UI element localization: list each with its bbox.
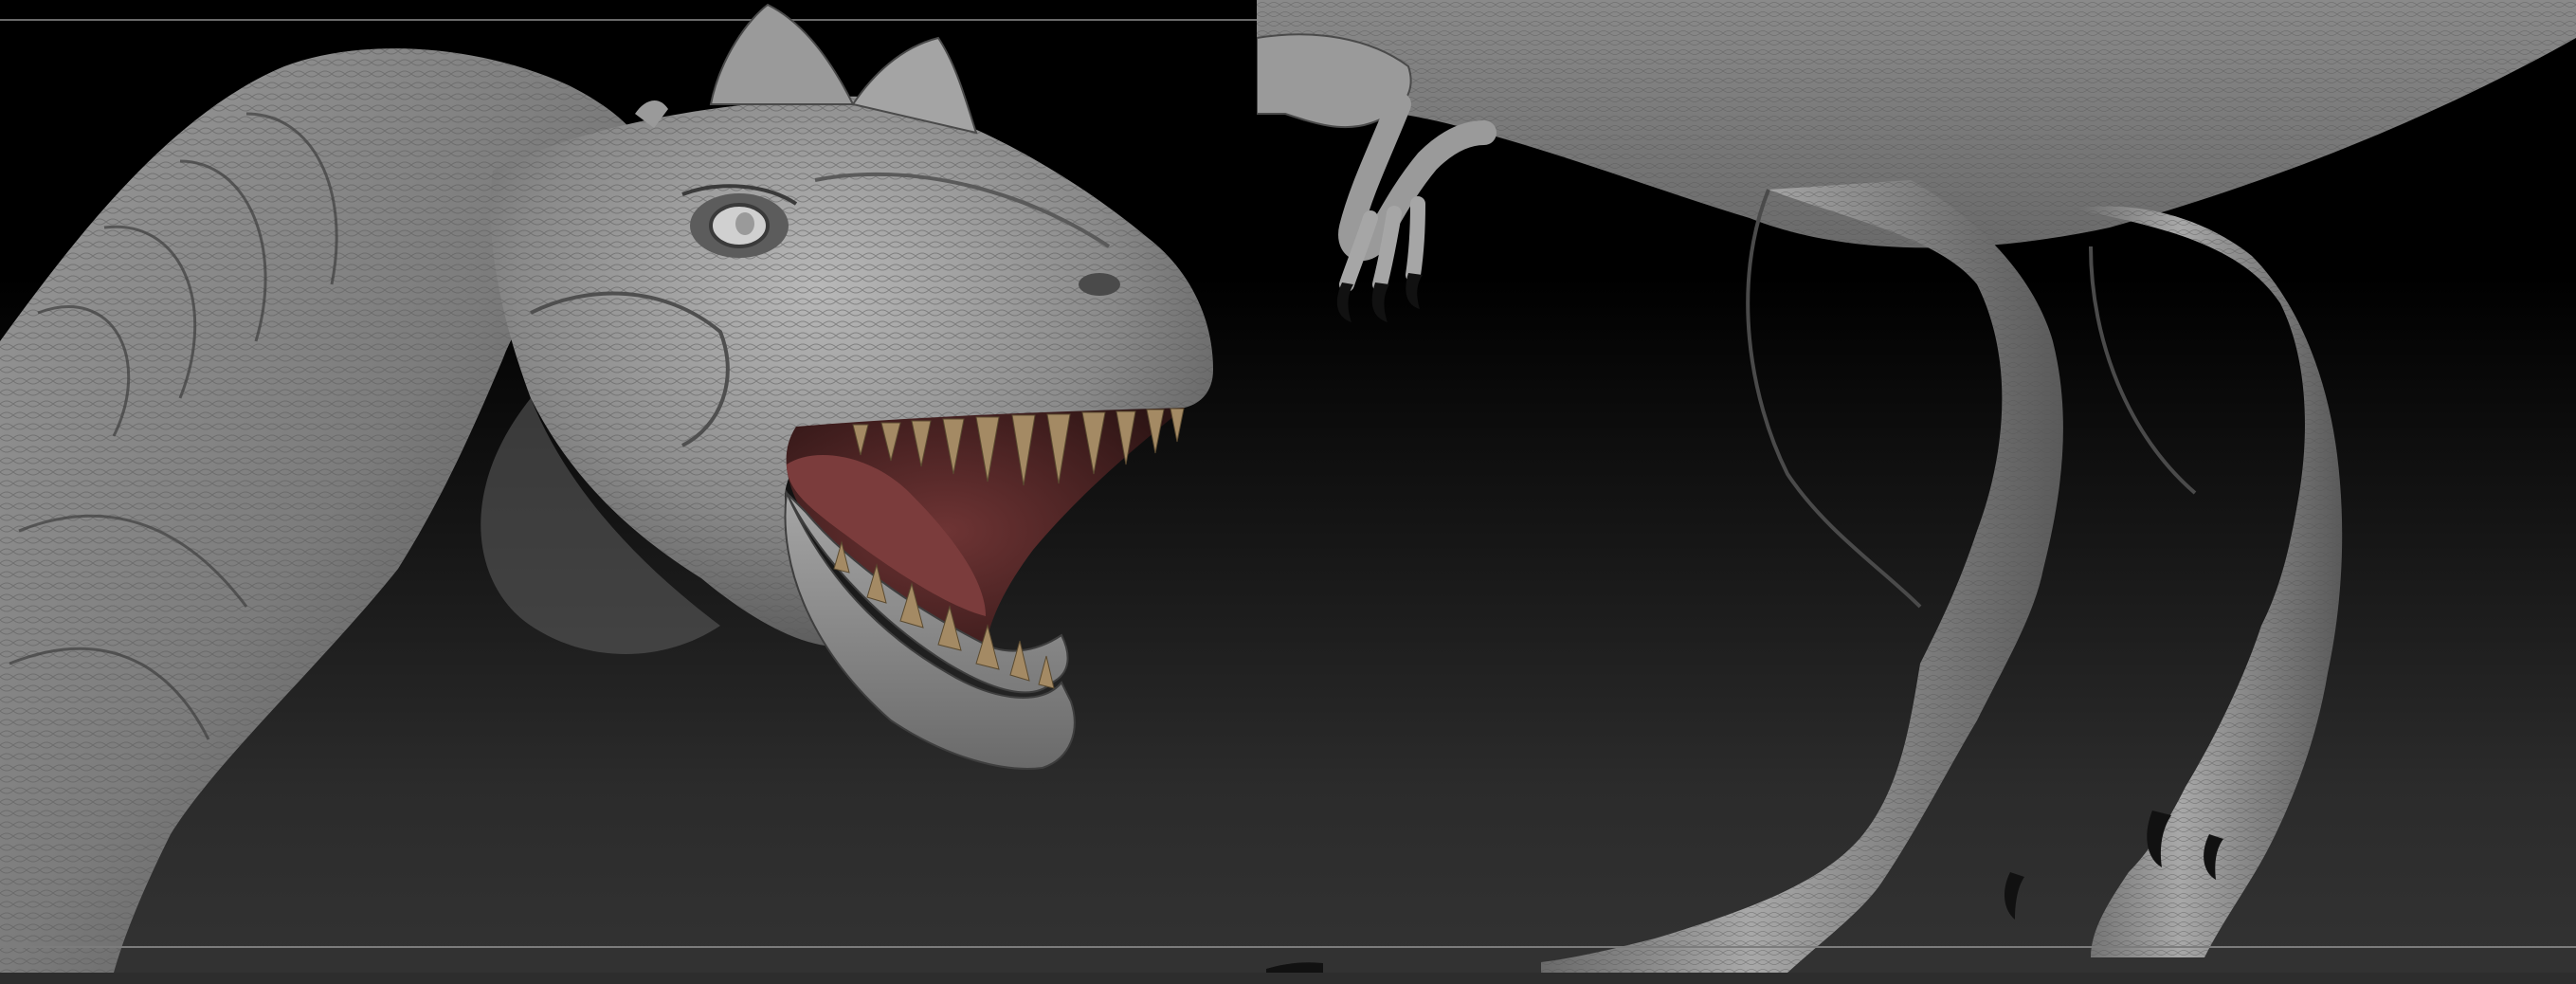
nostril [1079,273,1120,296]
dinosaur-legs-render [1257,0,2576,973]
bottom-strip [0,973,2576,984]
dinosaur-head-render [0,0,1261,973]
bottom-divider-line [0,946,2576,948]
brow-horn-left [709,3,855,105]
viewport-canvas [0,0,2576,984]
